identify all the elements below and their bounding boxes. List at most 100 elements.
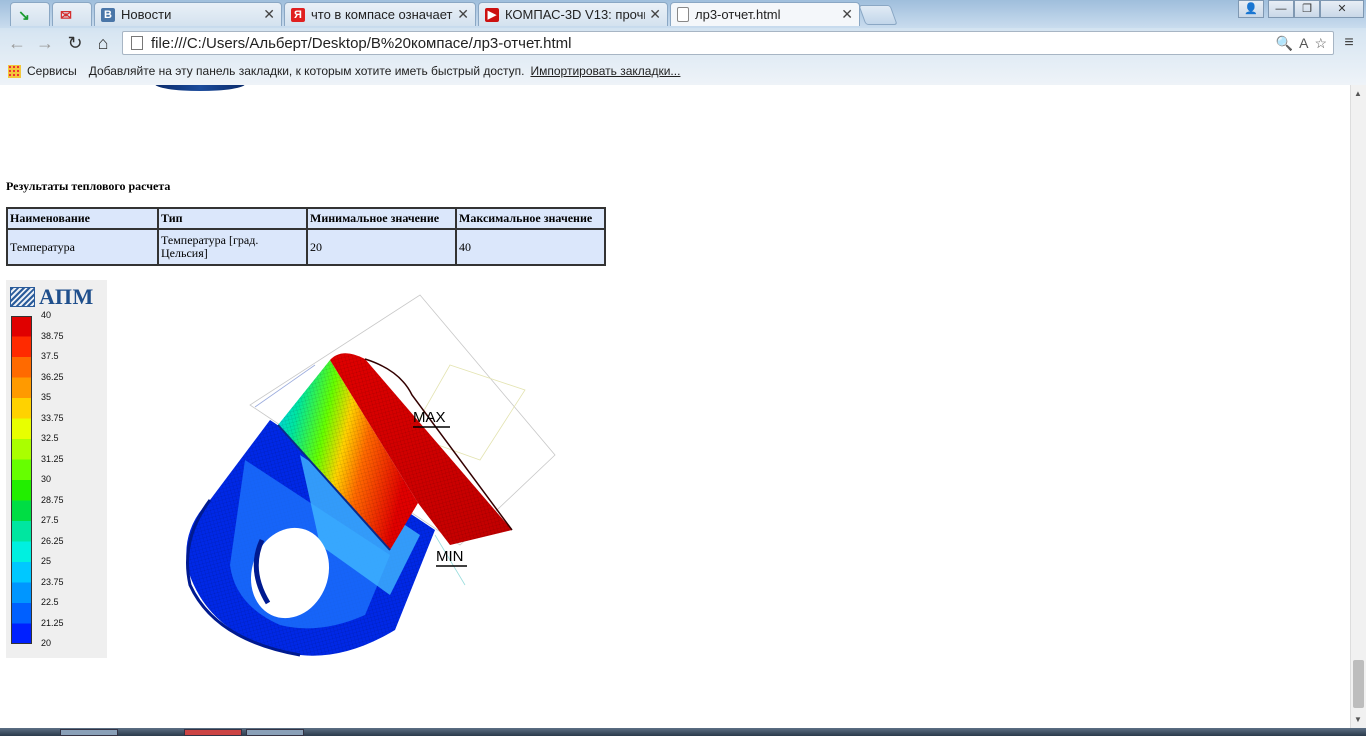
- tab-news[interactable]: В Новости ✕: [94, 2, 282, 26]
- forward-icon[interactable]: →: [34, 32, 56, 54]
- previous-image-fragment: [155, 85, 245, 91]
- tab-title: что в компасе означает: [311, 7, 453, 22]
- close-icon[interactable]: ✕: [841, 6, 853, 23]
- user-icon[interactable]: 👤: [1238, 0, 1264, 18]
- max-marker: MAX: [413, 409, 450, 428]
- scrollbar-thumb[interactable]: [1353, 660, 1364, 708]
- translate-icon[interactable]: A: [1299, 35, 1308, 52]
- page-content: Результаты теплового расчета Наименовани…: [0, 85, 1350, 728]
- page-icon: [131, 36, 143, 50]
- legend-tick-label: 22.5: [41, 597, 59, 607]
- section-title: Результаты теплового расчета: [6, 179, 171, 193]
- tab-youtube[interactable]: ▶ КОМПАС-3D V13: прочно ✕: [478, 2, 668, 26]
- page-scrollbar[interactable]: ▲ ▼: [1350, 85, 1366, 728]
- apm-logo-icon: [10, 287, 35, 307]
- table-header: Минимальное значение: [306, 207, 457, 230]
- back-icon[interactable]: ←: [6, 32, 28, 54]
- legend-color-segment: [11, 357, 32, 378]
- zoom-icon[interactable]: 🔍: [1276, 35, 1293, 52]
- legend-tick-label: 20: [41, 638, 52, 648]
- bookmarks-bar: Сервисы Добавляйте на эту панель закладк…: [0, 58, 1366, 84]
- legend-color-segment: [11, 316, 32, 337]
- green-arrow-icon: ↘: [18, 6, 30, 23]
- reload-icon[interactable]: ↻: [64, 32, 86, 54]
- apps-label[interactable]: Сервисы: [27, 64, 77, 78]
- legend-color-segment: [11, 377, 32, 399]
- scroll-up-icon[interactable]: ▲: [1354, 89, 1362, 98]
- table-row: Температура Температура [град. Цельсия] …: [6, 228, 606, 266]
- browser-chrome: ↘ ✉ В Новости ✕ Я что в компасе означает…: [0, 0, 1366, 85]
- legend-tick-label: 31.25: [41, 453, 64, 464]
- legend-tick-label: 38.75: [41, 330, 64, 341]
- home-icon[interactable]: ⌂: [92, 32, 114, 54]
- legend-color-segment: [11, 500, 32, 522]
- legend-color-segment: [11, 582, 32, 604]
- menu-icon[interactable]: ≡: [1340, 34, 1358, 52]
- bookmarks-hint: Добавляйте на эту панель закладки, к кот…: [88, 64, 525, 78]
- table-header: Наименование: [6, 207, 159, 230]
- table-header-row: Наименование Тип Минимальное значение Ма…: [6, 207, 606, 230]
- tab-title: лр3-отчет.html: [695, 7, 781, 22]
- new-tab-button[interactable]: [858, 5, 898, 25]
- legend-tick-label: 37.5: [41, 351, 59, 361]
- taskbar-item[interactable]: [184, 729, 242, 736]
- legend-color-segment: [11, 541, 32, 563]
- scroll-down-icon[interactable]: ▼: [1354, 715, 1362, 724]
- legend-color-segment: [11, 459, 32, 481]
- temperature-model-render: MAX MIN: [186, 294, 556, 657]
- table-cell: Температура: [6, 228, 159, 266]
- legend-tick-label: 26.25: [41, 535, 64, 546]
- tab-title: КОМПАС-3D V13: прочно: [505, 7, 646, 22]
- legend-color-segment: [11, 623, 32, 644]
- apm-logo: АПМ: [10, 284, 94, 310]
- legend-tick-label: 21.25: [41, 617, 64, 628]
- legend-color-segment: [11, 603, 32, 624]
- tab-search[interactable]: Я что в компасе означает ✕: [284, 2, 476, 26]
- temperature-legend: АПМ 40 38.75 37.5 36.25 35 33.75 32.5 31.25 30 28…: [6, 280, 107, 658]
- table-header: Максимальное значение: [455, 207, 606, 230]
- taskbar-item[interactable]: [60, 729, 118, 736]
- min-marker: MIN: [436, 548, 467, 567]
- url-input[interactable]: [151, 34, 1276, 52]
- legend-color-segment: [11, 480, 32, 501]
- legend-color-segment: [11, 439, 32, 460]
- legend-color-bar: [11, 316, 32, 644]
- close-icon[interactable]: ✕: [649, 6, 661, 23]
- legend-color-segment: [11, 418, 32, 440]
- close-icon[interactable]: ✕: [457, 6, 469, 23]
- min-label: MIN: [436, 548, 464, 565]
- close-icon[interactable]: ✕: [263, 6, 275, 23]
- legend-color-segment: [11, 521, 32, 542]
- tab-pinned-1[interactable]: ↘: [10, 2, 50, 26]
- youtube-icon: ▶: [485, 7, 499, 22]
- minimize-button[interactable]: —: [1268, 0, 1294, 18]
- legend-color-segment: [11, 398, 32, 419]
- taskbar-item[interactable]: [246, 729, 304, 736]
- legend-tick-label: 35: [41, 392, 52, 402]
- legend-color-segment: [11, 562, 32, 583]
- yandex-icon: Я: [291, 7, 305, 22]
- tab-pinned-2[interactable]: ✉: [52, 2, 92, 26]
- import-bookmarks-link[interactable]: Импортировать закладки...: [531, 64, 681, 78]
- legend-tick-label: 33.75: [41, 412, 64, 423]
- close-window-button[interactable]: ✕: [1320, 0, 1364, 18]
- tab-report[interactable]: лр3-отчет.html ✕: [670, 2, 860, 26]
- address-bar[interactable]: 🔍 A ☆: [122, 31, 1334, 55]
- apm-logo-text: АПМ: [39, 284, 94, 309]
- legend-tick-label: 23.75: [41, 576, 64, 587]
- tab-title: Новости: [121, 7, 172, 22]
- legend-tick-label: 28.75: [41, 494, 64, 505]
- legend-tick-label: 27.5: [41, 515, 59, 525]
- legend-tick-label: 36.25: [41, 371, 64, 382]
- legend-tick-label: 40: [41, 310, 52, 320]
- table-cell: Температура [град. Цельсия]: [157, 228, 308, 266]
- yandex-mail-icon: ✉: [60, 6, 72, 23]
- star-icon[interactable]: ☆: [1314, 35, 1327, 52]
- table-cell: 20: [306, 228, 457, 266]
- tab-strip: ↘ ✉ В Новости ✕ Я что в компасе означает…: [0, 0, 1366, 28]
- max-label: MAX: [413, 409, 446, 426]
- legend-color-segment: [11, 336, 32, 358]
- legend-tick-label: 25: [41, 556, 52, 566]
- apps-icon[interactable]: [8, 64, 21, 78]
- maximize-button[interactable]: ❐: [1294, 0, 1320, 18]
